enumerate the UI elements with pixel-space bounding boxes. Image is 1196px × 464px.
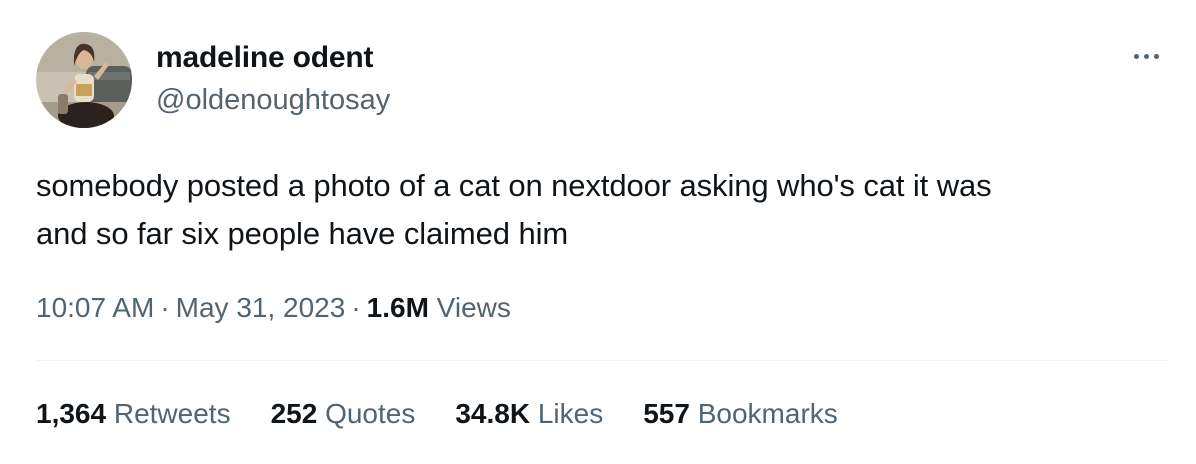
retweets-count: 1,364 bbox=[36, 398, 107, 429]
more-horizontal-icon bbox=[1133, 53, 1159, 59]
bookmarks-count: 557 bbox=[643, 398, 690, 429]
tweet-text-line: and so far six people have claimed him bbox=[36, 216, 569, 251]
likes-count: 34.8K bbox=[455, 398, 531, 429]
likes-stat[interactable]: 34.8K Likes bbox=[455, 394, 603, 434]
tweet-stats: 1,364 Retweets 252 Quotes 34.8K Likes 55… bbox=[36, 394, 878, 434]
views-count: 1.6M bbox=[366, 292, 429, 323]
avatar-image bbox=[36, 32, 132, 128]
bookmarks-stat[interactable]: 557 Bookmarks bbox=[643, 394, 838, 434]
tweet-date[interactable]: May 31, 2023 bbox=[176, 292, 346, 323]
author-display-name[interactable]: madeline odent bbox=[156, 40, 373, 76]
tweet-meta: 10:07 AM · May 31, 2023 · 1.6M Views bbox=[36, 288, 511, 328]
bookmarks-label: Bookmarks bbox=[697, 398, 838, 429]
tweet-text-line: somebody posted a photo of a cat on next… bbox=[36, 168, 992, 203]
quotes-stat[interactable]: 252 Quotes bbox=[271, 394, 416, 434]
retweets-stat[interactable]: 1,364 Retweets bbox=[36, 394, 231, 434]
views-label: Views bbox=[436, 292, 511, 323]
avatar[interactable] bbox=[36, 32, 132, 128]
divider bbox=[36, 360, 1168, 361]
meta-separator: · bbox=[351, 292, 361, 323]
quotes-label: Quotes bbox=[325, 398, 416, 429]
likes-label: Likes bbox=[537, 398, 604, 429]
tweet-text: somebody posted a photo of a cat on next… bbox=[36, 162, 1166, 258]
views-link[interactable]: 1.6M Views bbox=[367, 292, 511, 323]
retweets-label: Retweets bbox=[113, 398, 231, 429]
more-options-button[interactable] bbox=[1124, 38, 1168, 74]
meta-separator: · bbox=[160, 292, 170, 323]
tweet-time[interactable]: 10:07 AM bbox=[36, 292, 154, 323]
quotes-count: 252 bbox=[270, 398, 318, 429]
tweet-card: madeline odent @oldenoughtosay somebody … bbox=[0, 0, 1196, 464]
author-handle[interactable]: @oldenoughtosay bbox=[156, 82, 390, 118]
